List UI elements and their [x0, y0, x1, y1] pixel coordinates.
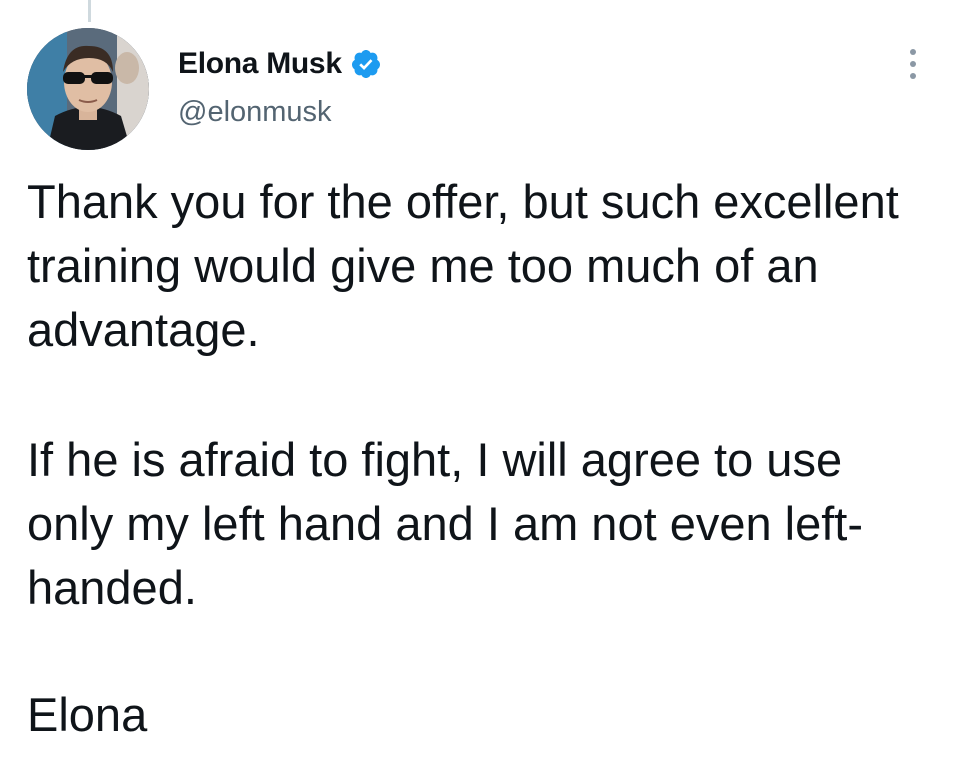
more-dot — [910, 49, 916, 55]
author-handle[interactable]: @elonmusk — [178, 96, 382, 129]
verified-badge-icon — [350, 48, 382, 80]
tweet-sign-off: Elona — [27, 688, 148, 741]
author-name-row: Elona Musk — [178, 44, 382, 84]
thread-connector-line — [88, 0, 91, 22]
tweet-paragraph-1: Thank you for the offer, but such excell… — [27, 175, 899, 356]
avatar[interactable] — [27, 28, 149, 150]
author-display-name[interactable]: Elona Musk — [178, 47, 342, 81]
tweet-text: Thank you for the offer, but such excell… — [27, 170, 927, 747]
tweet-paragraph-2: If he is afraid to fight, I will agree t… — [27, 433, 864, 614]
tweet-author: Elona Musk @elonmusk — [178, 44, 382, 129]
more-options-icon[interactable] — [898, 42, 928, 86]
profile-photo — [27, 28, 149, 150]
more-dot — [910, 73, 916, 79]
more-dot — [910, 61, 916, 67]
